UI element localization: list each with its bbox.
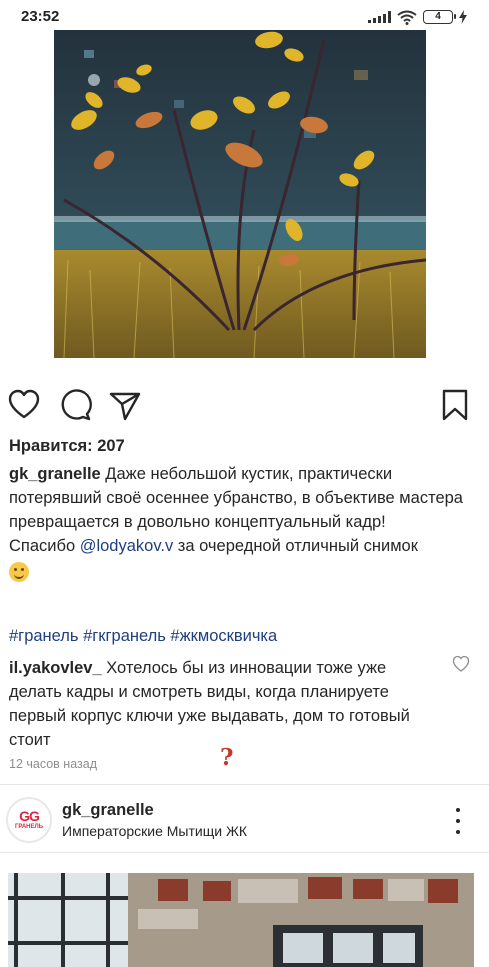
avatar[interactable]: GG ГРАНЕЛЬ (6, 797, 52, 843)
caption-username[interactable]: gk_granelle (9, 465, 101, 483)
battery-level: 4 (435, 11, 441, 22)
next-post-location[interactable]: Императорские Мытищи ЖК (62, 823, 247, 839)
post-hashtags[interactable]: #гранель #гкгранель #жкмосквичка (9, 627, 277, 646)
status-icons: 4 (368, 9, 467, 25)
comment-username[interactable]: il.yakovlev_ (9, 659, 102, 677)
post-photo[interactable] (54, 30, 426, 358)
next-post-photo[interactable] (8, 873, 474, 967)
next-post-photo-image (8, 873, 474, 967)
post-actions (0, 388, 489, 428)
caption-thanks-suffix: за очередной отличный снимок (173, 537, 418, 555)
status-time: 23:52 (21, 8, 60, 25)
like-icon[interactable] (7, 388, 41, 422)
comment-icon[interactable] (58, 388, 92, 422)
divider (0, 852, 489, 853)
battery-icon: 4 (423, 10, 456, 24)
status-bar: 23:52 4 (0, 0, 489, 32)
wifi-icon (397, 10, 417, 25)
comment: il.yakovlev_ Хотелось бы из инновации то… (9, 656, 439, 752)
next-post-header: GG ГРАНЕЛЬ gk_granelle Императорские Мыт… (0, 796, 489, 846)
next-post-username[interactable]: gk_granelle (62, 801, 154, 820)
question-mark-annotation: ? (220, 744, 234, 771)
divider (0, 784, 489, 785)
share-icon[interactable] (108, 388, 142, 422)
post-photo-image (54, 30, 426, 358)
caption-thanks-prefix: Спасибо (9, 537, 80, 555)
comment-like-icon[interactable] (452, 655, 470, 673)
avatar-brand-text: ГРАНЕЛЬ (14, 824, 44, 830)
more-options-icon[interactable] (450, 808, 466, 834)
charging-icon (459, 10, 467, 24)
caption-mention[interactable]: @lodyakov.v (80, 537, 173, 555)
bookmark-icon[interactable] (438, 388, 472, 422)
post-timestamp: 12 часов назад (9, 757, 97, 771)
signal-icon (368, 11, 391, 23)
post-caption: gk_granelle Даже небольшой кустик, практ… (9, 462, 481, 585)
avatar-logo-text: GG (19, 808, 40, 824)
likes-count[interactable]: Нравится: 207 (9, 437, 125, 456)
smile-emoji-icon (9, 562, 29, 582)
